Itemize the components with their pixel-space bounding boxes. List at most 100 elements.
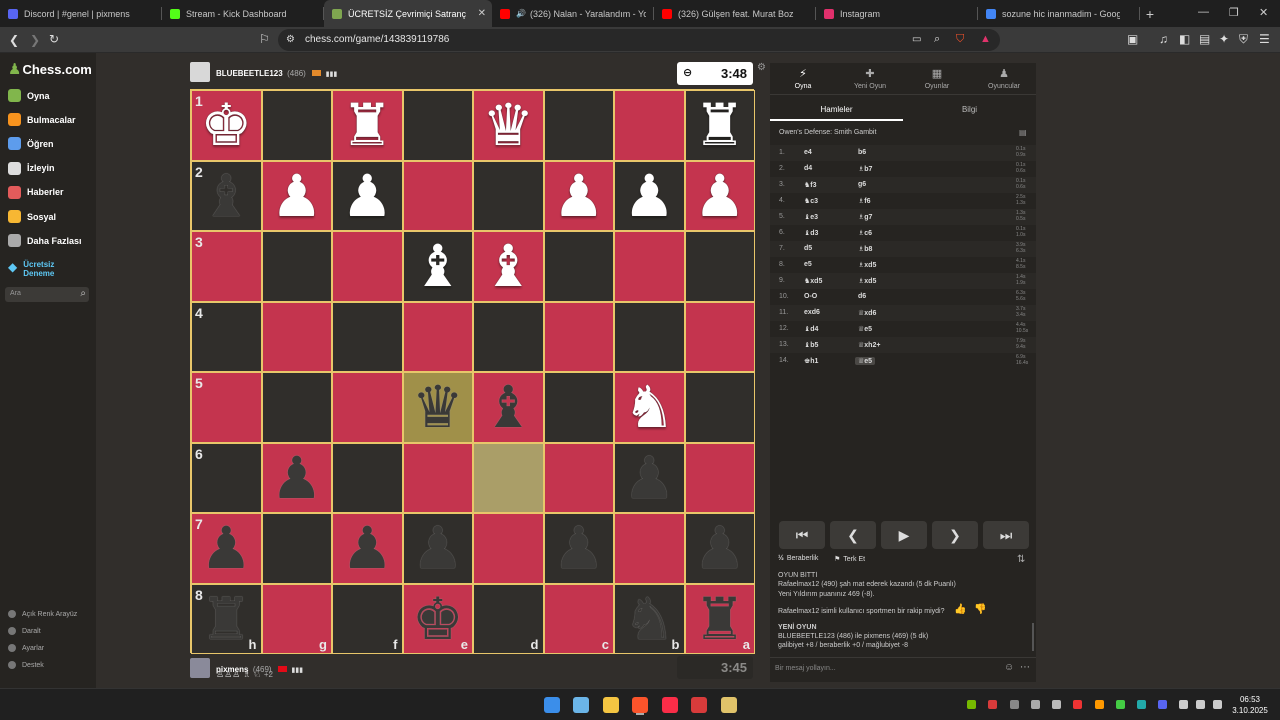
white-move[interactable]: d4 bbox=[804, 165, 812, 172]
white-move[interactable]: ♞f3 bbox=[804, 181, 817, 189]
browser-tab[interactable]: Discord | #genel | pixmens bbox=[0, 0, 162, 27]
board-square[interactable] bbox=[614, 513, 685, 584]
apple-music-icon[interactable] bbox=[662, 697, 678, 713]
board-square[interactable]: 3 bbox=[191, 231, 262, 302]
new-tab-icon[interactable]: + bbox=[1140, 0, 1160, 27]
tray-red-icon[interactable] bbox=[1073, 700, 1082, 709]
white-piece[interactable]: ♞ bbox=[623, 378, 675, 436]
sidebar-item-haberler[interactable]: Haberler bbox=[8, 185, 64, 199]
white-move[interactable]: exd6 bbox=[804, 309, 820, 316]
minimize-icon[interactable]: — bbox=[1198, 6, 1209, 18]
white-move[interactable]: e5 bbox=[804, 261, 812, 268]
white-piece[interactable]: ♟ bbox=[623, 167, 675, 225]
board-square[interactable]: 8 h ♜ bbox=[191, 583, 262, 654]
white-piece[interactable]: ♟ bbox=[694, 167, 746, 225]
tab-oyna[interactable]: ⚡ Oyna bbox=[770, 67, 836, 90]
board-square[interactable] bbox=[261, 90, 332, 161]
tray-app-icon[interactable] bbox=[988, 700, 997, 709]
more-options-icon[interactable]: ⋯ bbox=[1020, 662, 1030, 673]
white-move[interactable]: ♝d4 bbox=[804, 325, 818, 333]
vpn-icon[interactable]: ⛨ bbox=[1239, 33, 1248, 45]
sidebar-footer-item[interactable]: Açık Renk Arayüz bbox=[8, 610, 77, 618]
board-square[interactable] bbox=[402, 160, 473, 231]
black-piece[interactable]: ♟ bbox=[694, 519, 746, 577]
reload-icon[interactable]: ↻ bbox=[49, 33, 59, 45]
sidebar-footer-item[interactable]: Ayarlar bbox=[8, 644, 44, 652]
black-move[interactable]: g6 bbox=[858, 181, 866, 188]
black-piece[interactable]: ♟ bbox=[200, 519, 252, 577]
board-square[interactable]: c bbox=[543, 583, 614, 654]
sidebar-icon[interactable]: ▣ bbox=[1127, 33, 1138, 45]
panel-icon[interactable]: ◧ bbox=[1179, 33, 1190, 45]
board-square[interactable]: ♛ bbox=[473, 90, 544, 161]
close-tab-icon[interactable]: ✕ bbox=[478, 8, 486, 19]
board-square[interactable]: ♛ bbox=[402, 372, 473, 443]
black-piece[interactable]: ♜ bbox=[694, 590, 746, 648]
black-piece[interactable]: ♟ bbox=[341, 519, 393, 577]
board-square[interactable] bbox=[402, 442, 473, 513]
black-piece[interactable]: ♝ bbox=[200, 167, 252, 225]
board-square[interactable]: f bbox=[332, 583, 403, 654]
white-move[interactable]: ♝e3 bbox=[804, 213, 818, 221]
board-square[interactable]: a ♜ bbox=[684, 583, 755, 654]
board-square[interactable] bbox=[684, 231, 755, 302]
black-piece[interactable]: ♟ bbox=[412, 519, 464, 577]
board-square[interactable]: ♟ bbox=[332, 513, 403, 584]
board-square[interactable]: 5 bbox=[191, 372, 262, 443]
resign-button[interactable]: ⚑ Terk Et bbox=[834, 555, 865, 564]
white-piece[interactable]: ♜ bbox=[694, 96, 746, 154]
board-square[interactable]: ♟ bbox=[332, 160, 403, 231]
browser-tab[interactable]: 🔊(326) Nalan - Yaralandım - YouTube bbox=[492, 0, 654, 27]
white-move[interactable]: O-O bbox=[804, 293, 817, 300]
browser-tab[interactable]: (326) Gülşen feat. Murat Boz - İltimas bbox=[654, 0, 816, 27]
black-piece[interactable]: ♜ bbox=[200, 590, 252, 648]
battery-icon[interactable] bbox=[1213, 700, 1222, 709]
board-square[interactable]: d bbox=[473, 583, 544, 654]
chess-logo[interactable]: ♟ Chess.com bbox=[8, 60, 92, 78]
tray-orange-icon[interactable] bbox=[1095, 700, 1104, 709]
tab-info[interactable]: Bilgi bbox=[903, 101, 1036, 121]
black-piece[interactable]: ♛ bbox=[412, 378, 464, 436]
tray-green-icon[interactable] bbox=[1116, 700, 1125, 709]
board-square[interactable] bbox=[332, 301, 403, 372]
board-square[interactable]: ♟ bbox=[614, 160, 685, 231]
bottom-player-avatar[interactable] bbox=[190, 658, 210, 678]
white-piece[interactable]: ♟ bbox=[341, 167, 393, 225]
board-square[interactable]: ♟ bbox=[614, 442, 685, 513]
black-move[interactable]: ♕e5 bbox=[858, 325, 872, 333]
discord-tray-icon[interactable] bbox=[1158, 700, 1167, 709]
board-square[interactable] bbox=[332, 442, 403, 513]
sidebar-item-bulmacalar[interactable]: Bulmacalar bbox=[8, 113, 76, 127]
white-piece[interactable]: ♛ bbox=[482, 96, 534, 154]
top-player-info[interactable]: BLUEBEETLE123 (486) ▮▮▮ bbox=[216, 63, 337, 81]
prev-move-button[interactable]: ❮ bbox=[830, 521, 876, 549]
menu-icon[interactable]: ☰ bbox=[1259, 33, 1270, 45]
white-piece[interactable]: ♟ bbox=[553, 167, 605, 225]
board-square[interactable] bbox=[473, 301, 544, 372]
brave-shield-icon[interactable]: ⛉ bbox=[956, 33, 964, 45]
browser-tab[interactable]: Instagram bbox=[816, 0, 978, 27]
board-square[interactable] bbox=[261, 372, 332, 443]
sidebar-footer-item[interactable]: Daralt bbox=[8, 627, 41, 635]
white-move[interactable]: d5 bbox=[804, 245, 812, 252]
board-square[interactable]: 6 bbox=[191, 442, 262, 513]
board-square[interactable] bbox=[402, 90, 473, 161]
board-square[interactable] bbox=[543, 301, 614, 372]
black-piece[interactable]: ♟ bbox=[623, 449, 675, 507]
first-move-button[interactable]: ⏮ bbox=[779, 521, 825, 549]
black-piece[interactable]: ♞ bbox=[623, 590, 675, 648]
black-move[interactable]: ♗xd5 bbox=[858, 261, 876, 269]
board-square[interactable] bbox=[261, 301, 332, 372]
sidebar-item-sosyal[interactable]: Sosyal bbox=[8, 210, 56, 223]
board-square[interactable] bbox=[261, 231, 332, 302]
white-move[interactable]: ♞c3 bbox=[804, 197, 818, 205]
board-square[interactable] bbox=[614, 90, 685, 161]
book-icon[interactable]: ▤ bbox=[1019, 128, 1027, 137]
sidebar-item-i̇zleyin[interactable]: İzleyin bbox=[8, 161, 55, 175]
app-icon[interactable] bbox=[691, 697, 707, 713]
browser-tab[interactable]: sozune hic inanmadim - Google'da Ara bbox=[978, 0, 1140, 27]
next-move-button[interactable]: ❯ bbox=[932, 521, 978, 549]
board-square[interactable]: g bbox=[261, 583, 332, 654]
chess-app-icon[interactable] bbox=[721, 697, 737, 713]
chessboard[interactable]: 1 ♚ ♜ ♛ ♜ 2 ♝ ♟ ♟ ♟ ♟ ♟ 3 ♝ ♝ 4 5 ♛ ♝ ♞ 6 ♟ ♟ 7 ♟ ♟ ♟ ♟ ♟ 8 h ♜ g f e ♚ d c b ♞… bbox=[190, 89, 755, 654]
